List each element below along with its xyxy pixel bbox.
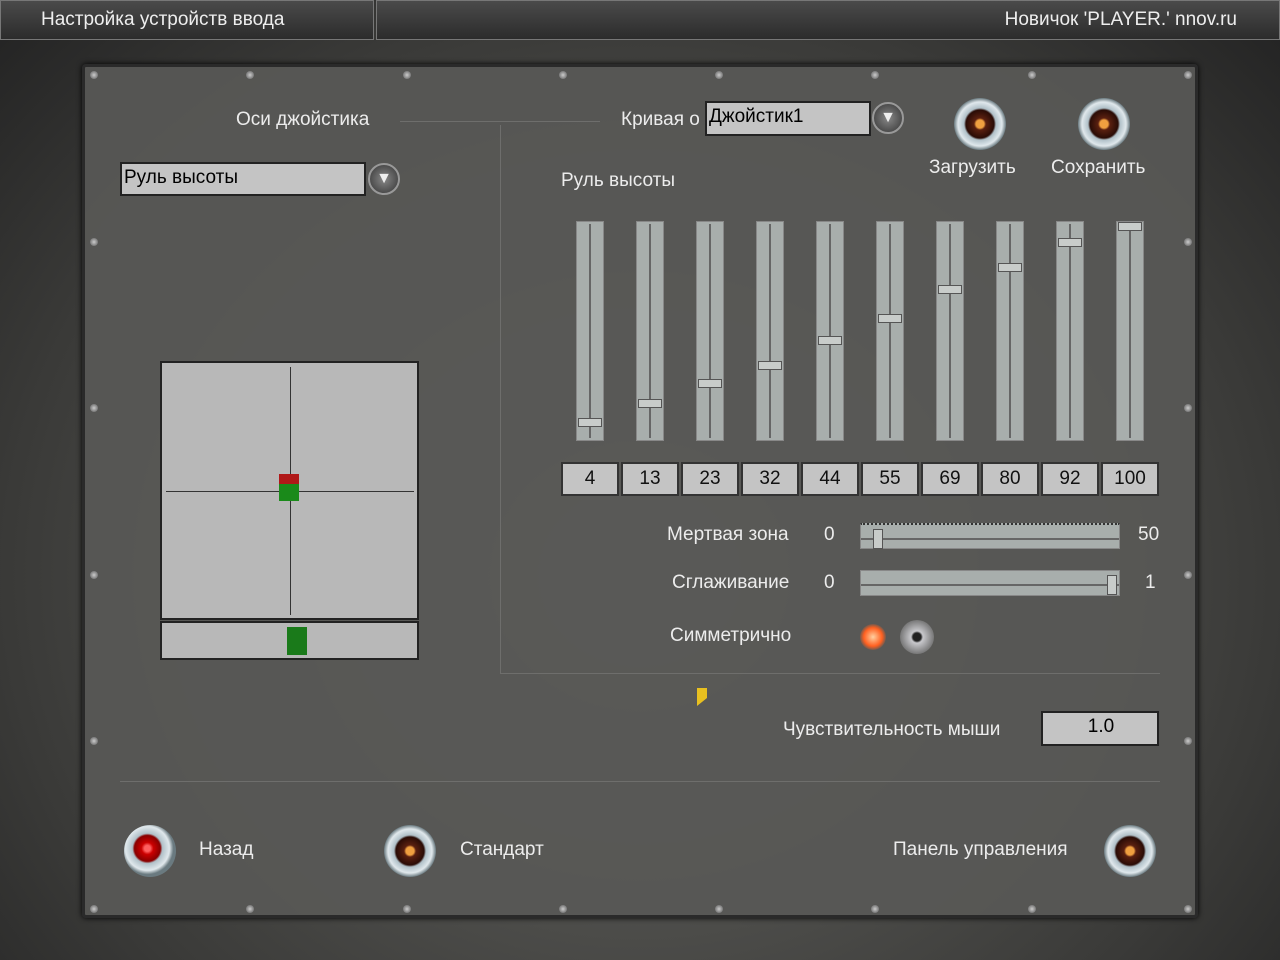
curve-point-slider[interactable] (816, 221, 844, 441)
stick-marker (279, 484, 299, 501)
curve-point-thumb[interactable] (758, 360, 782, 370)
curve-point-thumb[interactable] (1118, 222, 1142, 231)
indicator-light-icon (860, 624, 886, 650)
load-label: Загрузить (929, 157, 1016, 178)
curve-point-slider[interactable] (1116, 221, 1144, 441)
rivet-icon (90, 71, 98, 79)
symmetric-label: Симметрично (670, 625, 792, 646)
curve-point-value: 69 (921, 462, 979, 496)
title-bar: Настройка устройств ввода (0, 0, 374, 40)
deadzone-slider[interactable] (860, 523, 1120, 549)
curve-point-slider[interactable] (876, 221, 904, 441)
curve-point-slider[interactable] (996, 221, 1024, 441)
rivet-icon (559, 71, 567, 79)
curve-label: Кривая о (621, 109, 700, 130)
footer-divider (120, 781, 1160, 782)
rivet-icon (246, 905, 254, 913)
rivet-icon (90, 238, 98, 246)
rivet-icon (715, 71, 723, 79)
rivet-icon (90, 571, 98, 579)
smoothing-label: Сглаживание (672, 572, 790, 593)
divider (500, 673, 1160, 674)
rivet-icon (1184, 71, 1192, 79)
curve-point-slider[interactable] (756, 221, 784, 441)
joystick-axes-title: Оси джойстика (236, 109, 370, 130)
rivet-icon (1028, 905, 1036, 913)
rivet-icon (871, 71, 879, 79)
toggle-switch-icon (900, 620, 934, 654)
rivet-icon (1184, 404, 1192, 412)
rivet-icon (1184, 571, 1192, 579)
curve-point-thumb[interactable] (1058, 238, 1082, 248)
control-panel-button[interactable] (1104, 825, 1156, 877)
curve-point-slider[interactable] (696, 221, 724, 441)
divider (400, 121, 600, 122)
curve-point-value: 32 (741, 462, 799, 496)
mouse-sensitivity-label: Чувствительность мыши (783, 719, 1001, 740)
rivet-icon (246, 71, 254, 79)
curve-point-thumb[interactable] (698, 379, 722, 389)
rudder-marker (287, 627, 307, 655)
rivet-icon (871, 905, 879, 913)
curve-point-thumb[interactable] (578, 417, 602, 427)
smoothing-slider[interactable] (860, 570, 1120, 596)
symmetric-toggle[interactable] (858, 618, 938, 654)
rivet-icon (1184, 238, 1192, 246)
smoothing-max: 1 (1145, 572, 1156, 593)
curve-point-value: 100 (1101, 462, 1159, 496)
rivet-icon (403, 71, 411, 79)
deadzone-thumb[interactable] (872, 529, 883, 549)
smoothing-thumb[interactable] (1107, 575, 1117, 595)
load-button[interactable] (954, 98, 1006, 150)
curve-point-slider[interactable] (1056, 221, 1084, 441)
curve-point-thumb[interactable] (638, 399, 662, 409)
device-dropdown-button[interactable]: ▼ (872, 102, 904, 134)
curve-point-thumb[interactable] (938, 285, 962, 295)
rivet-icon (90, 737, 98, 745)
axis-select[interactable]: Руль высоты (120, 162, 366, 196)
curve-point-value: 92 (1041, 462, 1099, 496)
rivet-icon (90, 905, 98, 913)
user-bar: Новичок 'PLAYER.' nnov.ru (376, 0, 1280, 40)
rivet-icon (559, 905, 567, 913)
back-button[interactable] (124, 825, 176, 877)
save-label: Сохранить (1051, 157, 1146, 178)
curve-point-value: 23 (681, 462, 739, 496)
control-panel-label[interactable]: Панель управления (893, 839, 1068, 861)
curve-point-slider[interactable] (936, 221, 964, 441)
save-button[interactable] (1078, 98, 1130, 150)
device-select[interactable]: Джойстик1 (705, 101, 871, 136)
curve-point-thumb[interactable] (998, 262, 1022, 272)
rivet-icon (1184, 737, 1192, 745)
mouse-cursor-icon (697, 688, 707, 706)
curve-point-thumb[interactable] (818, 336, 842, 346)
curve-point-value: 44 (801, 462, 859, 496)
mouse-sensitivity-input[interactable]: 1.0 (1041, 711, 1159, 746)
rivet-icon (1184, 905, 1192, 913)
deadzone-label: Мертвая зона (667, 524, 789, 545)
curve-point-value: 80 (981, 462, 1039, 496)
curve-point-thumb[interactable] (878, 313, 902, 323)
rivet-icon (403, 905, 411, 913)
default-label[interactable]: Стандарт (460, 839, 544, 861)
deadzone-min: 0 (824, 524, 835, 545)
curve-point-value: 13 (621, 462, 679, 496)
curve-axis-name: Руль высоты (561, 170, 675, 191)
rudder-display (160, 621, 419, 660)
deadzone-max: 50 (1138, 524, 1160, 545)
curve-point-slider[interactable] (636, 221, 664, 441)
curve-point-value: 55 (861, 462, 919, 496)
stick-position-display (160, 361, 419, 620)
smoothing-min: 0 (824, 572, 835, 593)
default-button[interactable] (384, 825, 436, 877)
stick-marker (279, 474, 299, 484)
curve-point-value: 4 (561, 462, 619, 496)
back-label[interactable]: Назад (199, 839, 253, 861)
curve-point-slider[interactable] (576, 221, 604, 441)
rivet-icon (90, 404, 98, 412)
rivet-icon (715, 905, 723, 913)
divider (500, 125, 501, 673)
rivet-icon (1028, 71, 1036, 79)
axis-dropdown-button[interactable]: ▼ (368, 163, 400, 195)
